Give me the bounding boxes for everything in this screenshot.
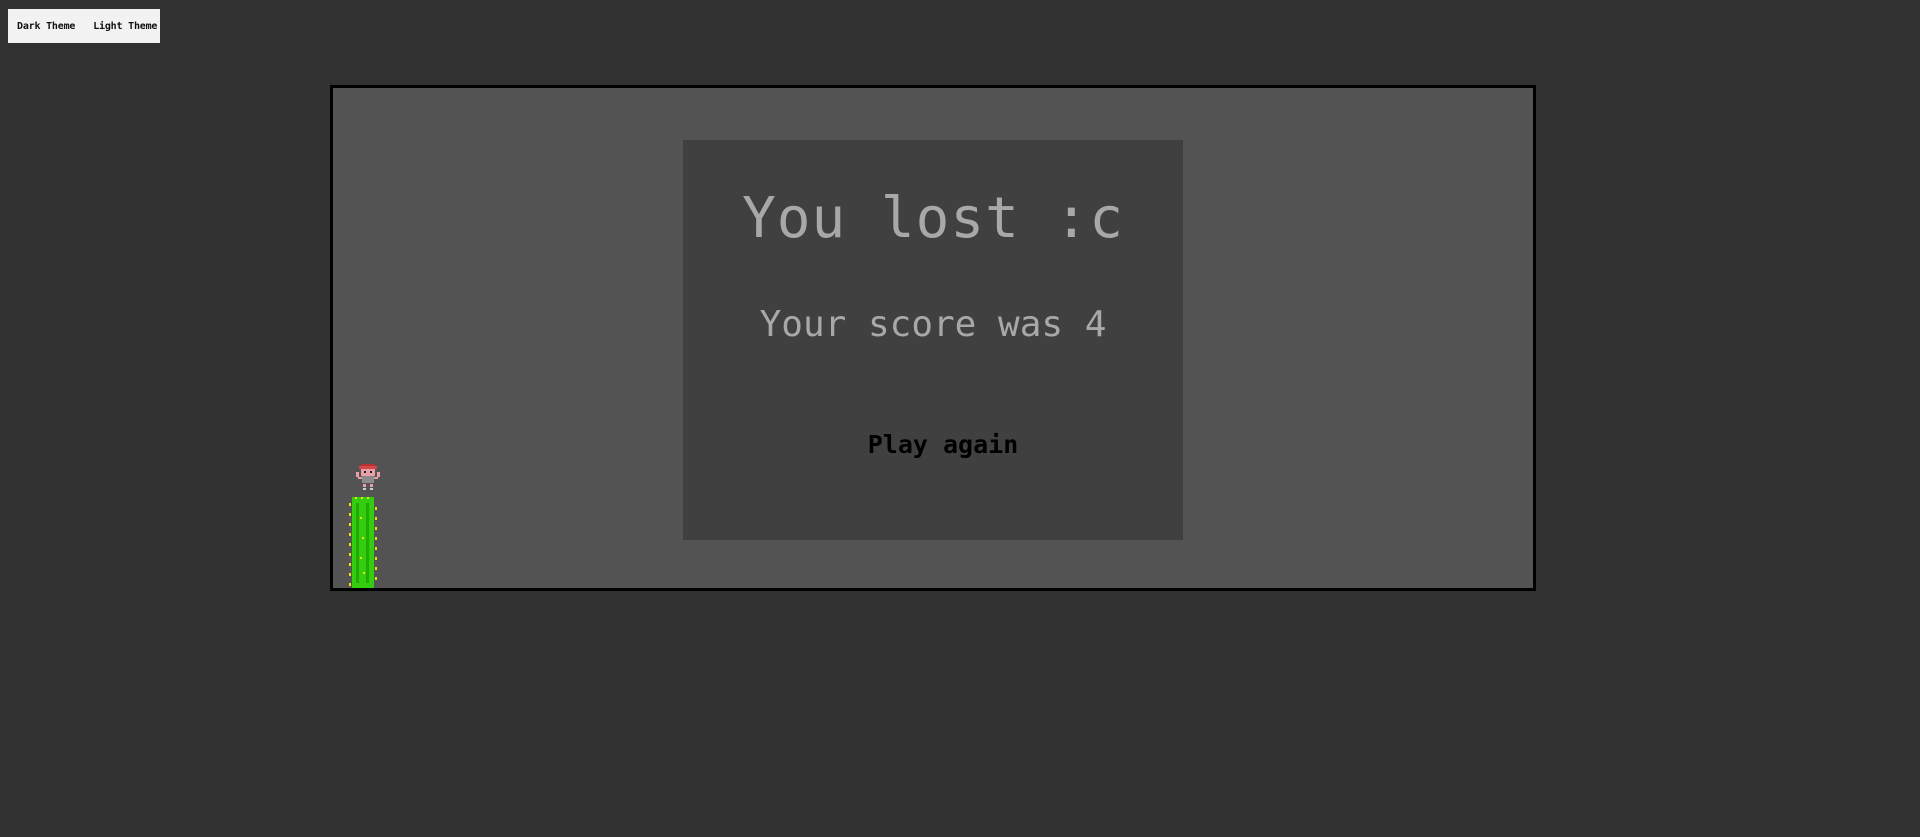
cactus-icon: [349, 497, 377, 588]
game-over-dialog: You lost :c Your score was 4 Play again: [683, 140, 1183, 540]
light-theme-button[interactable]: Light Theme: [93, 21, 157, 32]
play-again-button[interactable]: Play again: [833, 424, 1053, 464]
game-canvas[interactable]: You lost :c Your score was 4 Play again: [330, 85, 1536, 591]
final-score-text: Your score was 4: [759, 304, 1107, 345]
theme-switcher: Dark Theme Light Theme: [8, 9, 160, 43]
dark-theme-button[interactable]: Dark Theme: [17, 21, 75, 32]
game-over-title: You lost :c: [742, 186, 1124, 251]
player-character-icon: [356, 464, 380, 490]
